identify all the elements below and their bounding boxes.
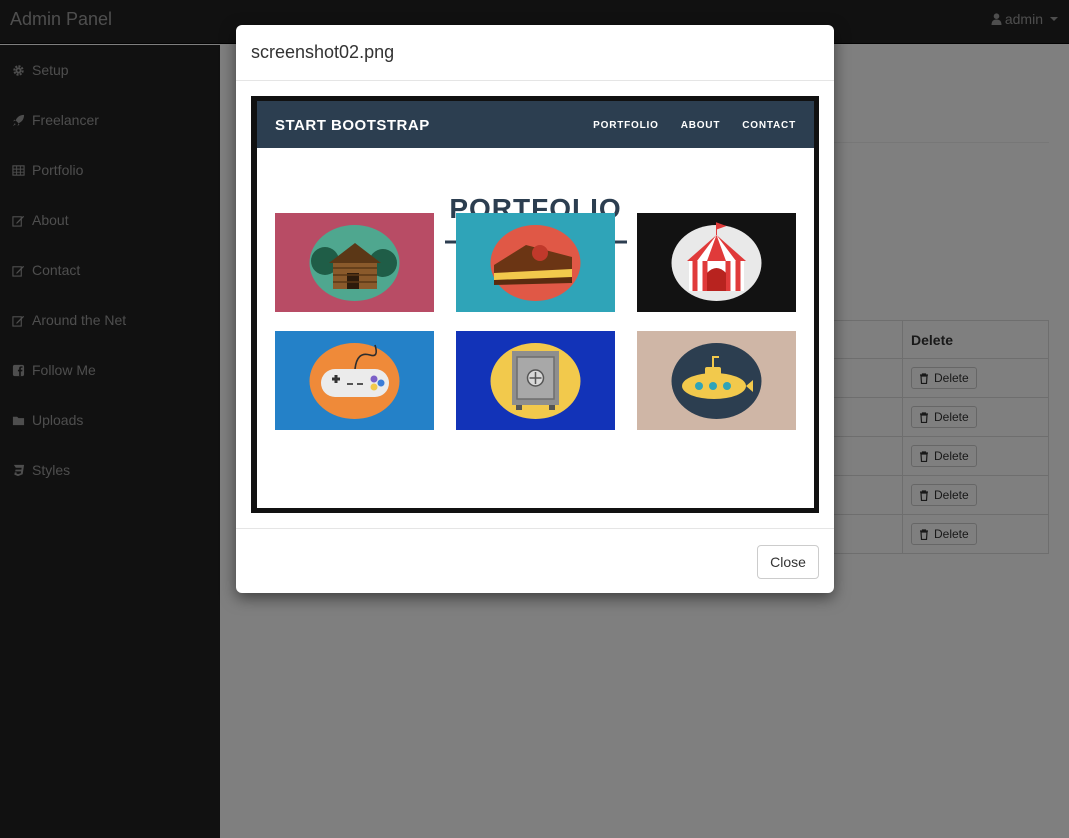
cabin-icon	[275, 213, 434, 312]
portfolio-tile-game-controller	[275, 331, 434, 430]
preview-nav-links: PORTFOLIO ABOUT CONTACT	[593, 120, 796, 131]
preview-brand: START BOOTSTRAP	[275, 117, 430, 134]
preview-page: START BOOTSTRAP PORTFOLIO ABOUT CONTACT …	[257, 101, 814, 508]
portfolio-tile-circus	[637, 213, 796, 312]
preview-navbar: START BOOTSTRAP PORTFOLIO ABOUT CONTACT	[257, 101, 814, 148]
submarine-icon	[637, 331, 796, 430]
preview-nav-link: CONTACT	[742, 120, 796, 131]
modal-title: screenshot02.png	[251, 42, 395, 62]
modal-footer: Close	[236, 528, 834, 593]
portfolio-tile-submarine	[637, 331, 796, 430]
preview-nav-link: PORTFOLIO	[593, 120, 659, 131]
circus-tent-icon	[637, 213, 796, 312]
game-controller-icon	[275, 331, 434, 430]
cake-icon	[456, 213, 615, 312]
close-button[interactable]: Close	[757, 545, 819, 579]
portfolio-tile-safe	[456, 331, 615, 430]
modal-header: screenshot02.png	[236, 25, 834, 81]
portfolio-tile-cake	[456, 213, 615, 312]
preview-nav-link: ABOUT	[680, 120, 721, 131]
portfolio-tile-cabin	[275, 213, 434, 312]
screenshot-preview-image: START BOOTSTRAP PORTFOLIO ABOUT CONTACT …	[251, 96, 819, 513]
safe-icon	[456, 331, 615, 430]
modal-body: START BOOTSTRAP PORTFOLIO ABOUT CONTACT …	[236, 81, 834, 528]
image-preview-modal: screenshot02.png START BOOTSTRAP PORTFOL…	[236, 25, 834, 593]
